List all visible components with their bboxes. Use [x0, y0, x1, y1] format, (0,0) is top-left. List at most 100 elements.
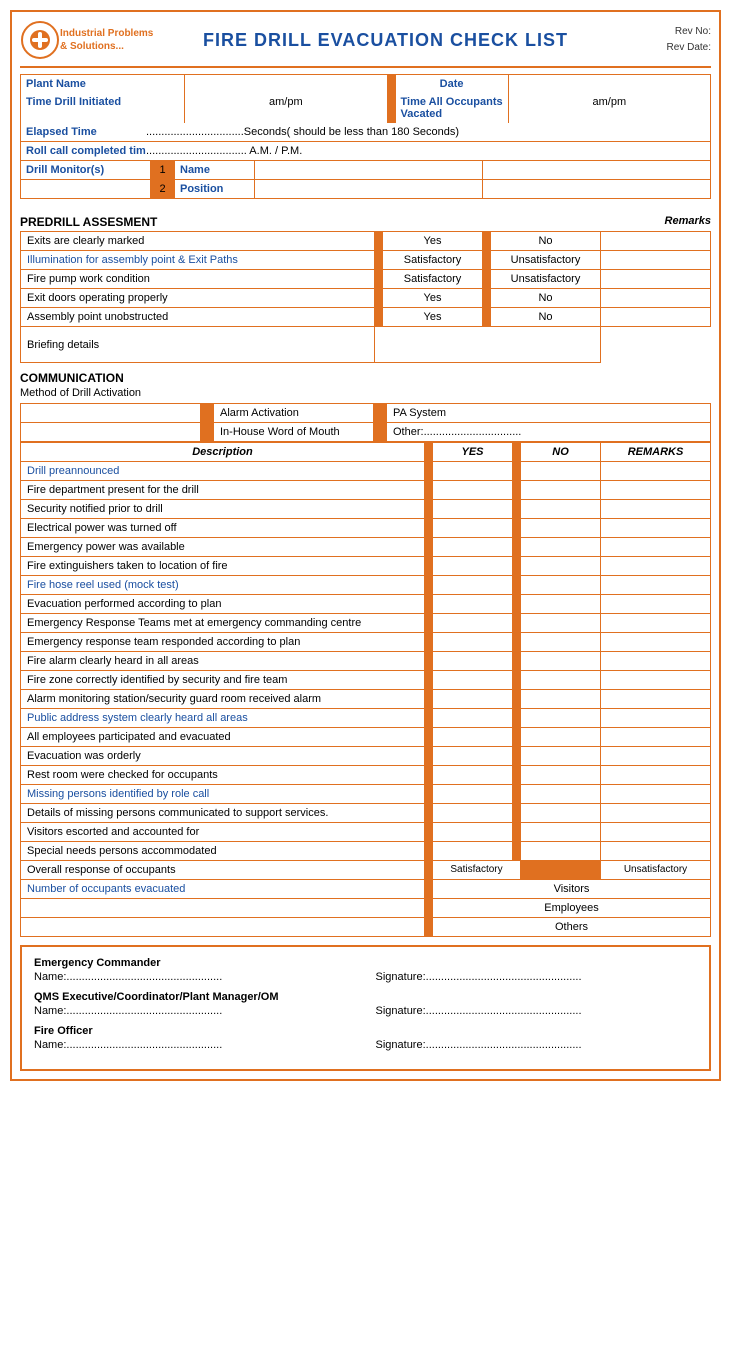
- check-yes-5[interactable]: [433, 557, 513, 576]
- check-no-9[interactable]: [521, 633, 601, 652]
- check-yes-19[interactable]: [433, 823, 513, 842]
- check-no-6[interactable]: [521, 576, 601, 595]
- check-no-18[interactable]: [521, 804, 601, 823]
- check-yes-8[interactable]: [433, 614, 513, 633]
- check-yes-6[interactable]: [433, 576, 513, 595]
- check-no-13[interactable]: [521, 709, 601, 728]
- sig-line-2: Name:...................................…: [34, 1039, 697, 1051]
- check-no-20[interactable]: [521, 842, 601, 861]
- check-no-0[interactable]: [521, 462, 601, 481]
- check-no-4[interactable]: [521, 538, 601, 557]
- check-rem-4[interactable]: [601, 538, 711, 557]
- predrill-col2-1[interactable]: Unsatisfactory: [491, 251, 601, 270]
- check-yes-10[interactable]: [433, 652, 513, 671]
- predrill-col1-4[interactable]: Yes: [383, 308, 483, 327]
- check-rem-11[interactable]: [601, 671, 711, 690]
- check-unsatisfactory-21[interactable]: Unsatisfactory: [601, 861, 711, 880]
- time-all-ampm[interactable]: am/pm: [509, 93, 710, 123]
- check-row-16: Rest room were checked for occupants: [21, 766, 711, 785]
- predrill-briefing-value[interactable]: [375, 327, 601, 363]
- check-yes-7[interactable]: [433, 595, 513, 614]
- check-rem-18[interactable]: [601, 804, 711, 823]
- check-no-15[interactable]: [521, 747, 601, 766]
- check-yes-14[interactable]: [433, 728, 513, 747]
- check-sep-4: [425, 538, 433, 557]
- predrill-col1-3[interactable]: Yes: [383, 289, 483, 308]
- predrill-col2-3[interactable]: No: [491, 289, 601, 308]
- check-yes-1[interactable]: [433, 481, 513, 500]
- monitor1-name[interactable]: [255, 161, 483, 179]
- check-sep-15: [425, 747, 433, 766]
- predrill-col2-2[interactable]: Unsatisfactory: [491, 270, 601, 289]
- predrill-rem-0[interactable]: [601, 232, 711, 251]
- check-rem-3[interactable]: [601, 519, 711, 538]
- check-no-17[interactable]: [521, 785, 601, 804]
- check-satisfactory-21[interactable]: Satisfactory: [433, 861, 521, 880]
- monitor1-extra[interactable]: [483, 161, 710, 179]
- check-no-3[interactable]: [521, 519, 601, 538]
- check-no-10[interactable]: [521, 652, 601, 671]
- check-rem-0[interactable]: [601, 462, 711, 481]
- check-rem-12[interactable]: [601, 690, 711, 709]
- predrill-rem-3[interactable]: [601, 289, 711, 308]
- check-yes-0[interactable]: [433, 462, 513, 481]
- check-rem-15[interactable]: [601, 747, 711, 766]
- check-yes-12[interactable]: [433, 690, 513, 709]
- check-yes-16[interactable]: [433, 766, 513, 785]
- monitor2-extra[interactable]: [483, 180, 710, 198]
- check-sep2-19: [513, 823, 521, 842]
- check-rem-20[interactable]: [601, 842, 711, 861]
- time-drill-ampm[interactable]: am/pm: [185, 93, 387, 123]
- check-yes-4[interactable]: [433, 538, 513, 557]
- check-yes-18[interactable]: [433, 804, 513, 823]
- check-rem-17[interactable]: [601, 785, 711, 804]
- predrill-col1-1[interactable]: Satisfactory: [383, 251, 483, 270]
- check-yes-11[interactable]: [433, 671, 513, 690]
- check-sep-emp: [425, 899, 433, 918]
- check-rem-5[interactable]: [601, 557, 711, 576]
- check-no-8[interactable]: [521, 614, 601, 633]
- predrill-col2-4[interactable]: No: [491, 308, 601, 327]
- predrill-col2-0[interactable]: No: [491, 232, 601, 251]
- check-yes-9[interactable]: [433, 633, 513, 652]
- check-no-5[interactable]: [521, 557, 601, 576]
- check-yes-3[interactable]: [433, 519, 513, 538]
- check-rem-14[interactable]: [601, 728, 711, 747]
- check-yes-15[interactable]: [433, 747, 513, 766]
- check-no-1[interactable]: [521, 481, 601, 500]
- check-no-2[interactable]: [521, 500, 601, 519]
- sig-role-0: Emergency Commander Name:...............…: [34, 957, 697, 983]
- predrill-rem-4[interactable]: [601, 308, 711, 327]
- method-table: Alarm Activation PA System In-House Word…: [20, 403, 711, 442]
- check-no-7[interactable]: [521, 595, 601, 614]
- check-no-12[interactable]: [521, 690, 601, 709]
- check-rem-6[interactable]: [601, 576, 711, 595]
- check-rem-7[interactable]: [601, 595, 711, 614]
- predrill-rem-2[interactable]: [601, 270, 711, 289]
- orange-sep2: [388, 93, 396, 123]
- plant-name-value[interactable]: [185, 75, 387, 93]
- monitor2-value[interactable]: [255, 180, 483, 198]
- check-no-11[interactable]: [521, 671, 601, 690]
- predrill-col1-0[interactable]: Yes: [383, 232, 483, 251]
- check-no-19[interactable]: [521, 823, 601, 842]
- check-sep-3: [425, 519, 433, 538]
- check-rem-1[interactable]: [601, 481, 711, 500]
- check-rem-16[interactable]: [601, 766, 711, 785]
- check-rem-10[interactable]: [601, 652, 711, 671]
- check-yes-17[interactable]: [433, 785, 513, 804]
- check-yes-20[interactable]: [433, 842, 513, 861]
- check-rem-9[interactable]: [601, 633, 711, 652]
- date-value[interactable]: [509, 75, 710, 93]
- check-no-14[interactable]: [521, 728, 601, 747]
- check-rem-19[interactable]: [601, 823, 711, 842]
- check-rem-2[interactable]: [601, 500, 711, 519]
- elapsed-row: Elapsed Time ...........................…: [20, 123, 711, 142]
- check-yes-2[interactable]: [433, 500, 513, 519]
- check-rem-13[interactable]: [601, 709, 711, 728]
- check-yes-13[interactable]: [433, 709, 513, 728]
- check-rem-8[interactable]: [601, 614, 711, 633]
- predrill-col1-2[interactable]: Satisfactory: [383, 270, 483, 289]
- check-no-16[interactable]: [521, 766, 601, 785]
- predrill-rem-1[interactable]: [601, 251, 711, 270]
